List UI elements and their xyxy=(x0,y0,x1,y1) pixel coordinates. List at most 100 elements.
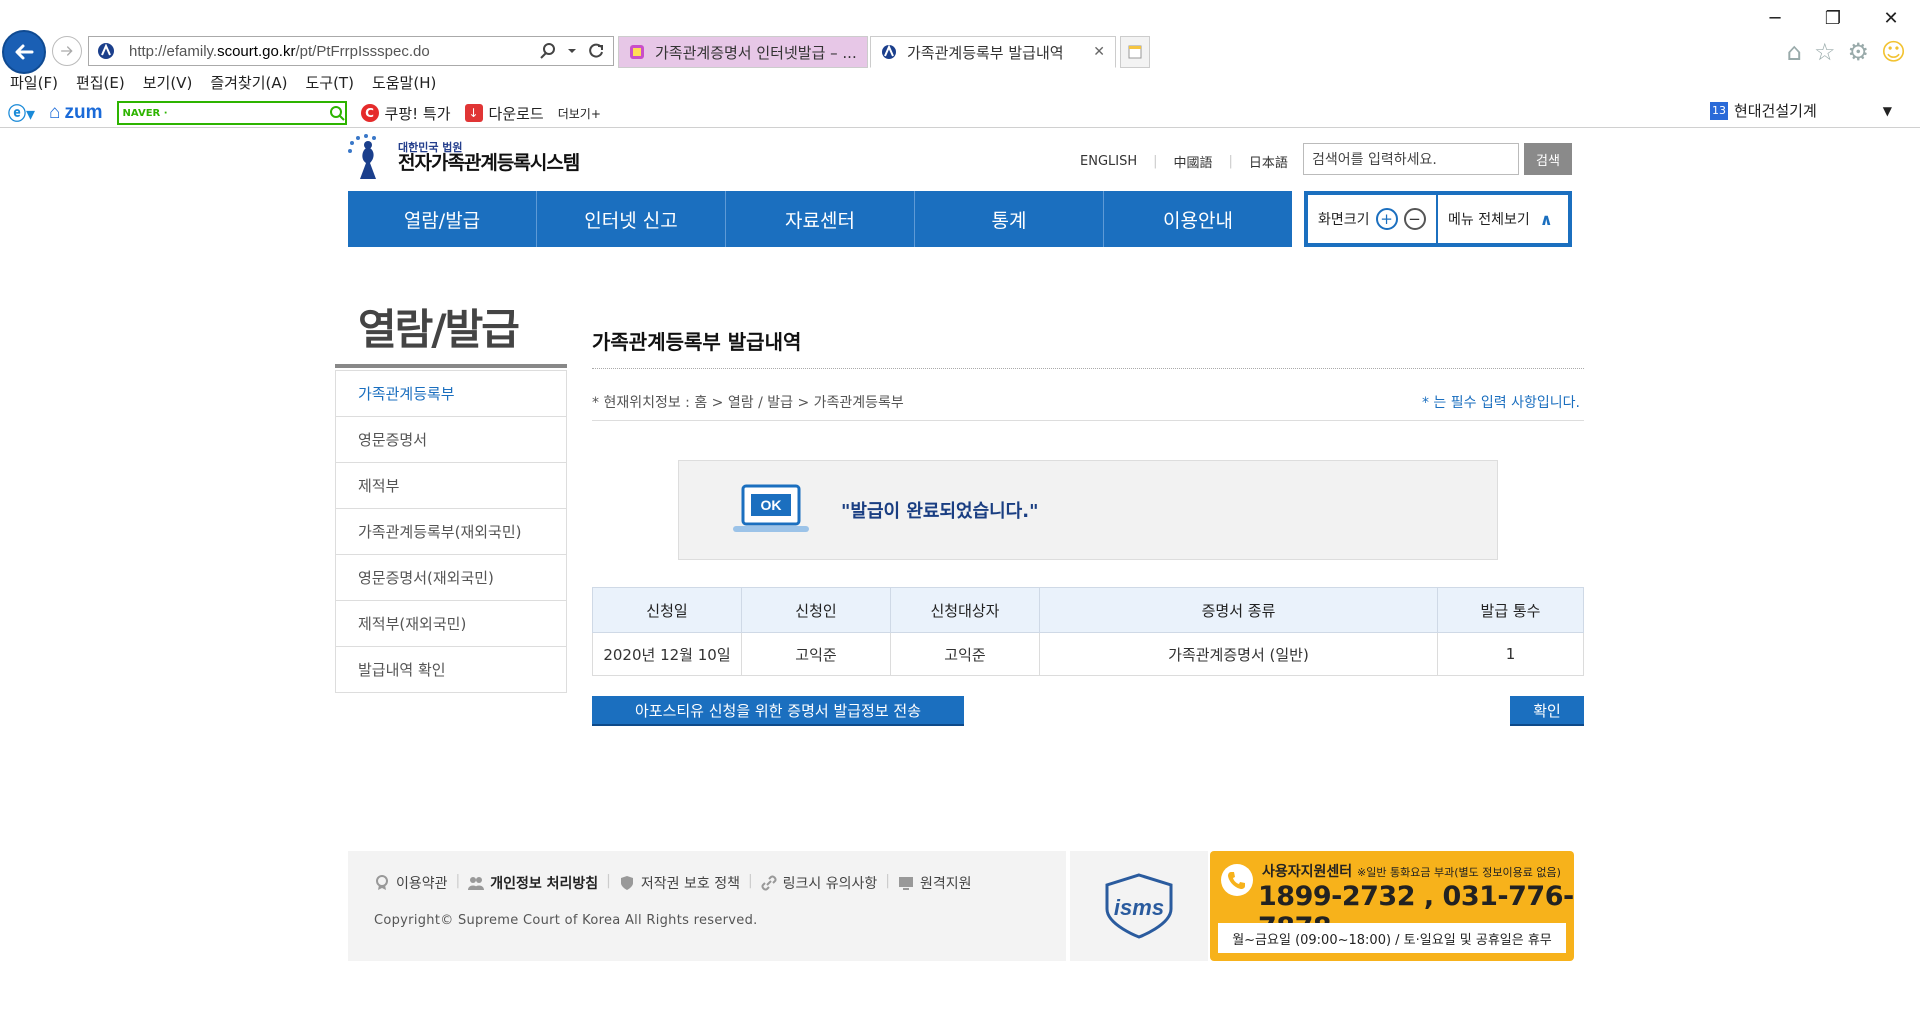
home-icon[interactable]: ⌂ xyxy=(1787,38,1802,66)
confirm-button[interactable]: 확인 xyxy=(1510,696,1584,726)
sidebar-item-removed-register[interactable]: 제적부 xyxy=(336,462,566,508)
issue-history-table: 신청일 신청인 신청대상자 증명서 종류 발급 통수 2020년 12월 10일… xyxy=(592,587,1584,676)
minimize-button[interactable]: ─ xyxy=(1746,0,1804,36)
nav-statistics[interactable]: 통계 xyxy=(915,191,1104,247)
sidebar-item-removed-register-overseas[interactable]: 제적부(재외국민) xyxy=(336,600,566,646)
coupang-icon: C xyxy=(360,104,379,122)
more-link[interactable]: 더보기+ xyxy=(558,105,601,122)
menu-view[interactable]: 보기(V) xyxy=(143,72,193,93)
apostille-send-button[interactable]: 아포스티유 신청을 위한 증명서 발급정보 전송 xyxy=(592,696,964,726)
dropdown-arrow-icon[interactable] xyxy=(567,46,577,56)
favorites-star-icon[interactable]: ☆ xyxy=(1814,38,1836,66)
menu-favorites[interactable]: 즐겨찾기(A) xyxy=(210,72,287,93)
footer-link-terms[interactable]: 이용약관 xyxy=(374,873,448,893)
menu-file[interactable]: 파일(F) xyxy=(10,72,58,93)
chevron-up-icon: ∧ xyxy=(1539,209,1553,229)
refresh-icon[interactable] xyxy=(587,42,605,60)
home-icon: ⌂ xyxy=(49,102,61,123)
completion-message-box: OK "발급이 완료되었습니다." xyxy=(678,460,1498,560)
news-ticker-label[interactable]: 현대건설기계 xyxy=(1734,100,1817,121)
back-arrow-icon xyxy=(15,44,34,60)
window-controls: ─ ❐ ✕ xyxy=(1746,0,1920,36)
zum-logo[interactable]: ⌂ zum xyxy=(49,102,102,124)
sidebar-title-underline xyxy=(335,364,567,368)
sidebar-item-family-register[interactable]: 가족관계등록부 xyxy=(336,370,566,416)
support-hours: 월~금요일 (09:00~18:00) / 토·일요일 및 공휴일은 휴무 xyxy=(1218,923,1566,953)
forward-button[interactable] xyxy=(52,36,82,66)
lang-chinese[interactable]: 中國語 xyxy=(1174,152,1213,171)
court-logo-icon xyxy=(348,134,376,179)
sidebar-item-issue-history[interactable]: 발급내역 확인 xyxy=(336,646,566,692)
divider: | xyxy=(747,873,753,889)
coupang-link[interactable]: C 쿠팡! 특가 xyxy=(360,103,451,124)
col-target: 신청대상자 xyxy=(890,587,1040,633)
menu-help[interactable]: 도움말(H) xyxy=(372,72,436,93)
download-icon: ↓ xyxy=(464,104,483,122)
ok-laptop-icon: OK xyxy=(733,484,809,532)
col-cert-type: 증명서 종류 xyxy=(1039,587,1438,633)
nav-view-issue[interactable]: 열람/발급 xyxy=(348,191,537,247)
site-search-input[interactable]: 검색어를 입력하세요. xyxy=(1303,143,1519,175)
language-links: ENGLISH | 中國語 | 日本語 xyxy=(1080,152,1288,171)
cell-issue-count: 1 xyxy=(1437,632,1584,676)
settings-gear-icon[interactable]: ⚙ xyxy=(1847,38,1869,66)
search-icon[interactable] xyxy=(539,42,557,60)
zoom-out-icon[interactable]: − xyxy=(1403,208,1426,230)
tab-close-icon[interactable]: ✕ xyxy=(1093,44,1105,60)
address-url: http://efamily.scourt.go.kr/pt/PtFrrpIss… xyxy=(129,42,430,60)
smiley-feedback-icon[interactable]: ☺ xyxy=(1881,38,1906,66)
site-logo[interactable]: 대한민국 법원 전자가족관계등록시스템 xyxy=(346,133,580,183)
sidebar-item-english-cert-overseas[interactable]: 영문증명서(재외국민) xyxy=(336,554,566,600)
tab-active[interactable]: 가족관계등록부 발급내역 ✕ xyxy=(870,36,1116,68)
site-favicon-icon xyxy=(98,43,114,59)
title-divider xyxy=(592,368,1584,369)
support-title: 사용자지원센터 ※일반 통화요금 부과(별도 정보이용료 없음) xyxy=(1262,864,1561,880)
menu-edit[interactable]: 편집(E) xyxy=(76,72,125,93)
zoom-control: 화면크기 + − xyxy=(1308,195,1438,243)
table-header-row: 신청일 신청인 신청대상자 증명서 종류 발급 통수 xyxy=(592,587,1584,633)
nav-internet-report[interactable]: 인터넷 신고 xyxy=(537,191,726,247)
tab-favicon-icon xyxy=(882,44,896,59)
zoom-in-icon[interactable]: + xyxy=(1375,208,1398,230)
footer-link-copyright[interactable]: 저작권 보호 정책 xyxy=(619,873,740,893)
tab-inactive[interactable]: 가족관계증명서 인터넷발급 – ... xyxy=(618,36,868,68)
address-bar[interactable]: http://efamily.scourt.go.kr/pt/PtFrrpIss… xyxy=(88,36,614,66)
footer-info: 이용약관 | 개인정보 처리방침 | 저작권 보호 정책 | 링크시 유의사항 … xyxy=(348,851,1066,961)
main-navigation: 열람/발급 인터넷 신고 자료센터 통계 이용안내 xyxy=(348,191,1292,247)
browser-right-tools: ⌂ ☆ ⚙ ☺ xyxy=(1787,38,1906,66)
lang-japanese[interactable]: 日本語 xyxy=(1249,152,1288,171)
download-link[interactable]: ↓ 다운로드 xyxy=(464,103,544,124)
support-center: 사용자지원센터 ※일반 통화요금 부과(별도 정보이용료 없음) 1899-27… xyxy=(1210,851,1574,961)
ok-icon-text: OK xyxy=(761,497,782,513)
col-apply-date: 신청일 xyxy=(592,587,742,633)
monitor-icon xyxy=(899,877,914,890)
footer-link-linking[interactable]: 링크시 유의사항 xyxy=(761,873,877,893)
footer-link-remote[interactable]: 원격지원 xyxy=(898,873,972,893)
all-menu-button[interactable]: 메뉴 전체보기 ∧ xyxy=(1438,209,1553,229)
nav-guide[interactable]: 이용안내 xyxy=(1104,191,1292,247)
site-search-button[interactable]: 검색 xyxy=(1524,143,1572,175)
ie-logo-icon[interactable]: ⓔ▾ xyxy=(8,100,35,126)
divider: | xyxy=(885,873,891,889)
shield-icon xyxy=(620,876,633,890)
new-tab-button[interactable] xyxy=(1120,36,1150,68)
isms-label: isms xyxy=(1114,895,1164,920)
cell-cert-type: 가족관계증명서 (일반) xyxy=(1039,632,1438,676)
award-icon xyxy=(376,875,388,890)
naver-search-box[interactable]: NAVER · xyxy=(116,101,347,125)
close-button[interactable]: ✕ xyxy=(1862,0,1920,36)
restore-button[interactable]: ❐ xyxy=(1804,0,1862,36)
nav-data-center[interactable]: 자료센터 xyxy=(726,191,915,247)
menu-tools[interactable]: 도구(T) xyxy=(305,72,353,93)
link-icon xyxy=(761,875,777,891)
sidebar-item-english-cert[interactable]: 영문증명서 xyxy=(336,416,566,462)
tab-title: 가족관계등록부 발급내역 xyxy=(907,43,1064,62)
page-title: 가족관계등록부 발급내역 xyxy=(592,330,802,354)
sidebar-item-family-register-overseas[interactable]: 가족관계등록부(재외국민) xyxy=(336,508,566,554)
lang-english[interactable]: ENGLISH xyxy=(1080,154,1137,169)
back-button[interactable] xyxy=(2,30,46,74)
chevron-down-icon[interactable]: ▼ xyxy=(1883,104,1892,118)
all-menu-label: 메뉴 전체보기 xyxy=(1448,212,1530,228)
footer-link-privacy[interactable]: 개인정보 처리방침 xyxy=(468,873,598,893)
search-icon[interactable] xyxy=(329,105,345,121)
